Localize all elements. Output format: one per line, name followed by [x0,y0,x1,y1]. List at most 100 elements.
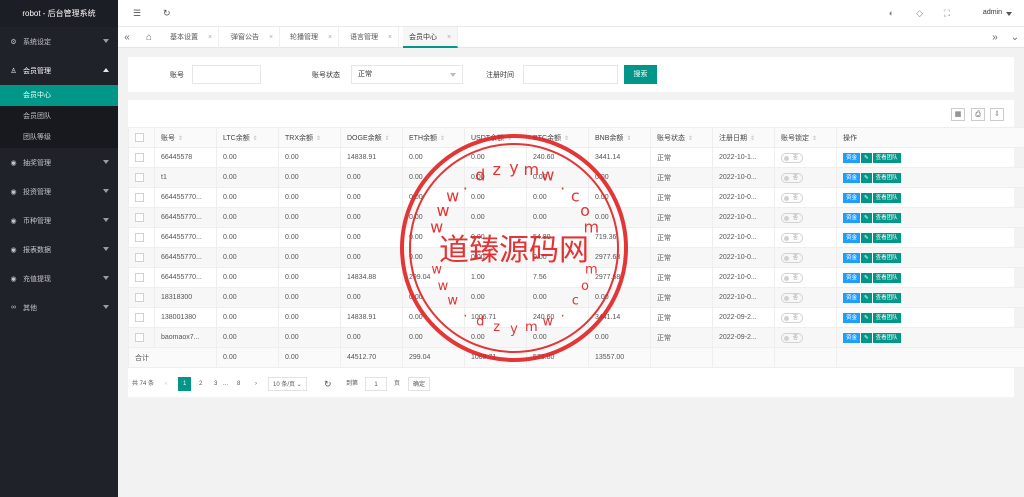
column-header[interactable]: USDT余额 ⇕ [464,127,527,148]
page-size-select[interactable]: 10 条/页 ⌄ [268,377,307,391]
row-checkbox[interactable] [135,173,144,182]
column-header[interactable]: LTC余额 ⇕ [216,127,279,148]
funds-button[interactable]: 资金 [843,172,861,183]
search-button[interactable]: 搜索 [624,65,657,84]
row-checkbox[interactable] [135,253,144,262]
prev-page-icon[interactable]: ‹ [165,377,167,391]
view-team-button[interactable]: 查看团队 [872,312,901,323]
sidebar-item-lottery[interactable]: ◉ 抽奖管理 [0,148,118,177]
close-icon[interactable]: × [208,34,212,41]
funds-button[interactable]: 资金 [843,272,861,283]
lock-toggle[interactable]: 否 [781,212,803,223]
column-header[interactable]: ETH余额 ⇕ [402,127,465,148]
home-icon[interactable]: ⌂ [142,27,156,48]
date-input[interactable] [523,65,618,84]
next-page-icon[interactable]: › [255,377,257,391]
column-header[interactable]: 账号状态 ⇕ [650,127,713,148]
view-team-button[interactable]: 查看团队 [872,212,901,223]
menu-toggle-icon[interactable]: ☰ [133,8,141,19]
lock-toggle[interactable]: 否 [781,232,803,243]
sidebar-subitem-member-center[interactable]: 会员中心 [0,85,118,106]
fullscreen-icon[interactable]: ⛶ [944,8,950,19]
funds-button[interactable]: 资金 [843,332,861,343]
sidebar-item-system[interactable]: ⚙ 系统设定 [0,27,118,56]
tabs-scroll-right-icon[interactable]: » [988,27,1002,48]
view-team-button[interactable]: 查看团队 [872,252,901,263]
close-icon[interactable]: × [328,34,332,41]
lock-toggle[interactable]: 否 [781,332,803,343]
goto-page-input[interactable]: 1 [365,377,387,391]
view-team-button[interactable]: 查看团队 [872,292,901,303]
lock-toggle[interactable]: 否 [781,272,803,283]
view-team-button[interactable]: 查看团队 [872,232,901,243]
row-checkbox[interactable] [135,213,144,222]
export-icon[interactable]: ⇩ [990,108,1004,121]
funds-button[interactable]: 资金 [843,192,861,203]
lock-toggle[interactable]: 否 [781,312,803,323]
view-team-button[interactable]: 查看团队 [872,172,901,183]
close-icon[interactable]: × [269,34,273,41]
view-team-button[interactable]: 查看团队 [872,192,901,203]
column-header[interactable]: 注册日期 ⇕ [712,127,775,148]
tabs-dropdown-icon[interactable]: ⌄ [1008,27,1022,48]
tab-language[interactable]: 语言管理 × [344,27,400,48]
account-input[interactable] [192,65,261,84]
sidebar-item-invest[interactable]: ◉ 投资管理 [0,177,118,206]
select-all-checkbox[interactable] [135,133,144,142]
edit-button[interactable]: ✎ [861,272,872,283]
user-menu[interactable]: admin [983,9,1002,16]
row-checkbox[interactable] [135,313,144,322]
row-checkbox[interactable] [135,233,144,242]
row-checkbox[interactable] [135,333,144,342]
row-checkbox[interactable] [135,193,144,202]
lock-toggle[interactable]: 否 [781,252,803,263]
edit-button[interactable]: ✎ [861,172,872,183]
funds-button[interactable]: 资金 [843,212,861,223]
tab-member-center[interactable]: 会员中心 × [403,27,459,48]
funds-button[interactable]: 资金 [843,292,861,303]
page-button[interactable]: 3 [214,377,217,391]
columns-icon[interactable]: ▦ [951,108,965,121]
sidebar-item-other[interactable]: ∞ 其他 [0,293,118,322]
print-icon[interactable]: ⎙ [971,108,985,121]
view-team-button[interactable]: 查看团队 [872,152,901,163]
page-button[interactable]: 2 [199,377,202,391]
tab-carousel[interactable]: 轮播管理 × [284,27,340,48]
edit-button[interactable]: ✎ [861,192,872,203]
funds-button[interactable]: 资金 [843,232,861,243]
sidebar-item-recharge[interactable]: ◉ 充值提现 [0,264,118,293]
column-header[interactable]: BTC余额 ⇕ [526,127,589,148]
tab-popup-notice[interactable]: 弹窗公告 × [225,27,281,48]
funds-button[interactable]: 资金 [843,312,861,323]
close-icon[interactable]: × [447,34,451,41]
goto-confirm-button[interactable]: 确定 [408,377,431,391]
sidebar-subitem-member-team[interactable]: 会员团队 [0,106,118,127]
tag-icon[interactable]: ◇ [916,8,923,19]
refresh-icon[interactable]: ↻ [163,8,171,19]
refresh-page-icon[interactable]: ↻ [324,377,332,391]
status-select[interactable]: 正常 [351,65,463,84]
close-icon[interactable]: × [388,34,392,41]
edit-button[interactable]: ✎ [861,152,872,163]
sidebar-item-reports[interactable]: ◉ 报表数据 [0,235,118,264]
column-header[interactable]: BNB余额 ⇕ [588,127,651,148]
sidebar-item-members[interactable]: ♙ 会员管理 [0,56,118,85]
row-checkbox[interactable] [135,293,144,302]
edit-button[interactable]: ✎ [861,212,872,223]
column-header[interactable]: 账号锁定 ⇕ [774,127,837,148]
edit-button[interactable]: ✎ [861,332,872,343]
lock-toggle[interactable]: 否 [781,152,803,163]
sidebar-item-currency[interactable]: ◉ 币种管理 [0,206,118,235]
edit-button[interactable]: ✎ [861,292,872,303]
column-header[interactable]: 账号 ⇕ [154,127,217,148]
theme-icon[interactable]: ◐ [889,8,894,18]
lock-toggle[interactable]: 否 [781,192,803,203]
page-button[interactable]: 8 [237,377,240,391]
edit-button[interactable]: ✎ [861,252,872,263]
column-header[interactable]: TRX余额 ⇕ [278,127,341,148]
lock-toggle[interactable]: 否 [781,172,803,183]
view-team-button[interactable]: 查看团队 [872,272,901,283]
view-team-button[interactable]: 查看团队 [872,332,901,343]
sidebar-subitem-team-level[interactable]: 团队等级 [0,127,118,148]
chevron-down-icon[interactable] [1006,12,1012,16]
